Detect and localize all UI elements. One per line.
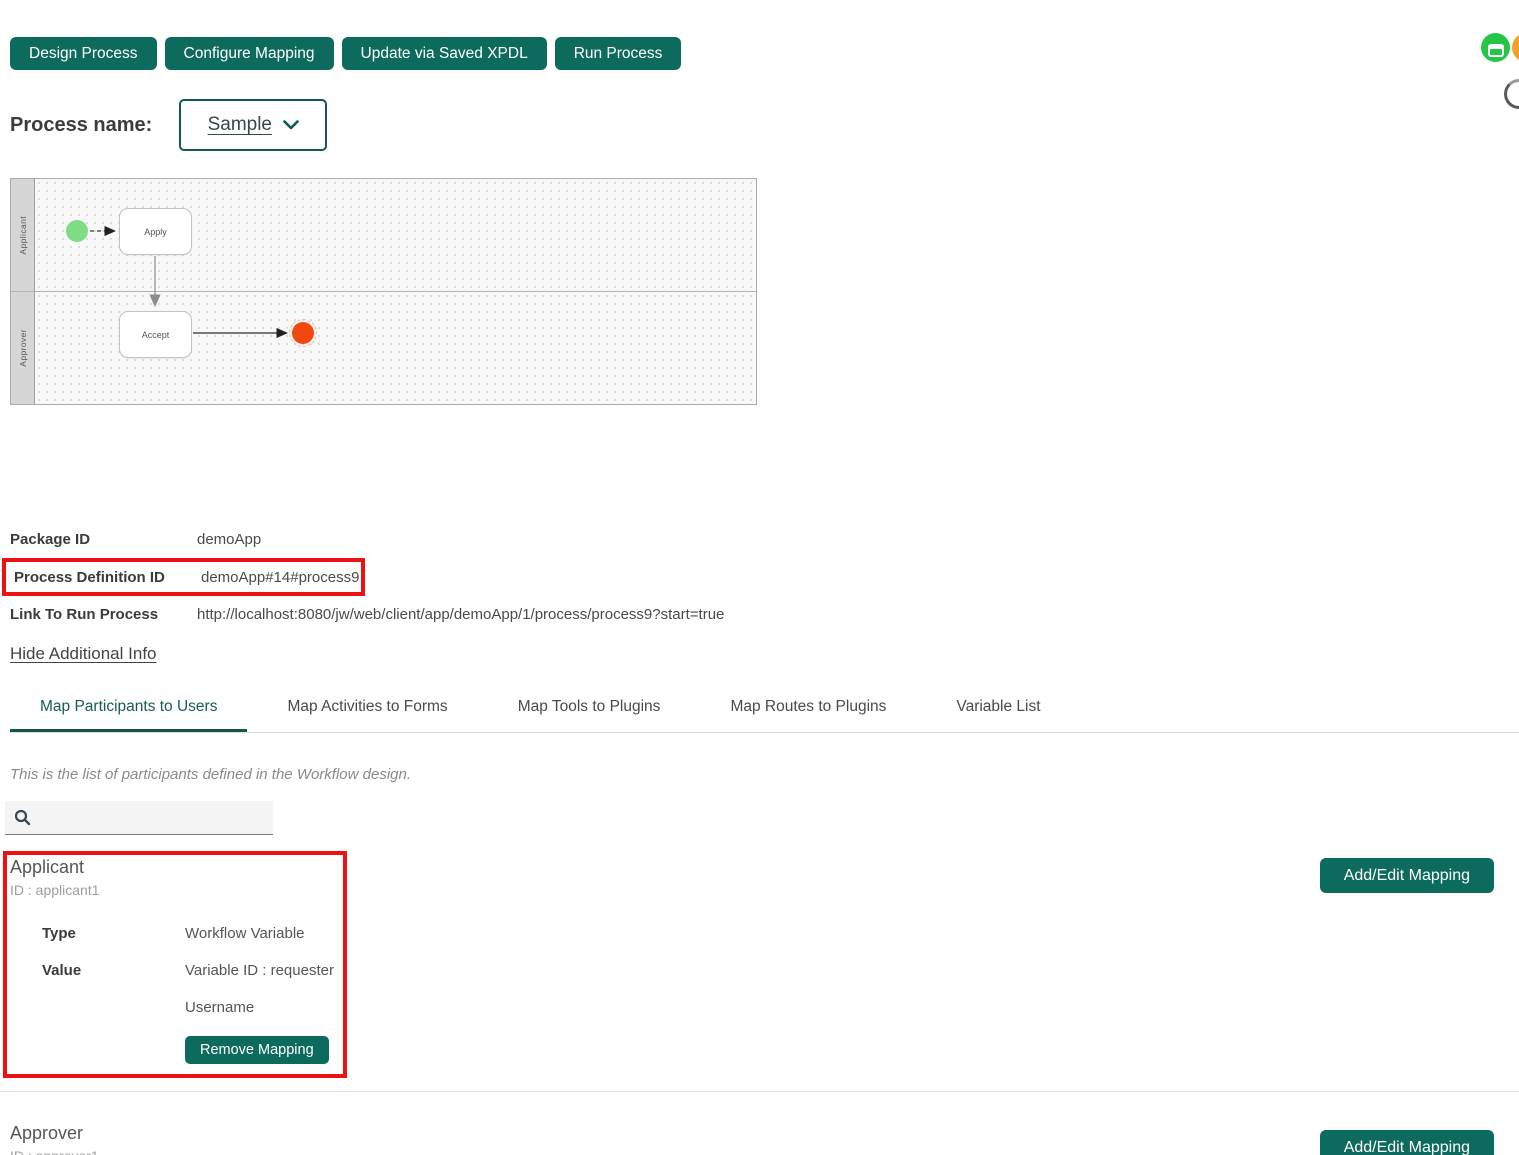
lane-applicant-label-text: Applicant — [17, 215, 28, 255]
tab-map-participants-to-users[interactable]: Map Participants to Users — [10, 685, 248, 732]
extension-green-icon[interactable] — [1481, 33, 1510, 62]
participant-search-box — [5, 801, 273, 835]
applicant-mapping-highlight-box: Applicant ID : applicant1 Type Workflow … — [3, 851, 347, 1078]
search-icon — [14, 809, 31, 826]
participant-search-input[interactable] — [37, 801, 273, 834]
package-id-label: Package ID — [10, 531, 91, 548]
remove-mapping-button[interactable]: Remove Mapping — [185, 1036, 329, 1064]
process-definition-id-highlight-box: Process Definition ID demoApp#14#process… — [2, 558, 365, 596]
update-via-saved-xpdl-button[interactable]: Update via Saved XPDL — [341, 37, 547, 70]
run-process-button[interactable]: Run Process — [554, 37, 682, 70]
participant-divider — [0, 1091, 1519, 1092]
page-container: Design Process Configure Mapping Update … — [0, 37, 1519, 1155]
mapping-type-label: Type — [42, 925, 76, 942]
mapping-value-label: Value — [42, 962, 82, 979]
chevron-down-icon — [283, 120, 299, 130]
package-id-row: Package ID demoApp — [10, 524, 1519, 555]
window-glyph-icon — [1487, 44, 1504, 57]
process-definition-id-value: demoApp#14#process9 — [201, 568, 360, 586]
start-event-icon[interactable] — [66, 220, 88, 242]
workflow-diagram: Applicant Approver Apply Accept — [10, 178, 757, 405]
tab-variable-list[interactable]: Variable List — [926, 685, 1070, 732]
mapping-tabs: Map Participants to Users Map Activities… — [10, 685, 1519, 733]
participant-id: ID : approver1 — [10, 1148, 99, 1155]
participant-id: ID : applicant1 — [10, 882, 100, 898]
process-definition-id-label: Process Definition ID — [14, 568, 165, 586]
tab-map-activities-to-forms[interactable]: Map Activities to Forms — [257, 685, 477, 732]
mapping-extra-value: Username — [185, 999, 255, 1016]
hide-additional-info-link[interactable]: Hide Additional Info — [10, 644, 157, 664]
applicant-mapping-details: Type Workflow Variable Value Variable ID… — [42, 925, 343, 1064]
process-name-label: Process name: — [10, 113, 153, 136]
participant-name: Approver — [10, 1123, 84, 1143]
add-edit-mapping-button-applicant[interactable]: Add/Edit Mapping — [1319, 858, 1494, 893]
participants-note: This is the list of participants defined… — [10, 766, 412, 783]
participant-row-approver: Approver ID : approver1 Add/Edit Mapping — [10, 1123, 1519, 1155]
task-accept[interactable]: Accept — [119, 311, 192, 358]
process-name-row: Process name: Sample — [10, 99, 1519, 151]
task-apply[interactable]: Apply — [119, 208, 192, 255]
lane-approver-label-text: Approver — [17, 329, 28, 367]
tab-map-routes-to-plugins[interactable]: Map Routes to Plugins — [700, 685, 916, 732]
add-edit-mapping-button-approver[interactable]: Add/Edit Mapping — [1319, 1130, 1494, 1155]
participant-name: Applicant — [10, 857, 85, 877]
mapping-value-value: Variable ID : requester — [185, 962, 334, 979]
link-to-run-process-row: Link To Run Process http://localhost:808… — [10, 599, 1519, 630]
mapping-type-value: Workflow Variable — [185, 925, 305, 942]
process-name-select[interactable]: Sample — [179, 99, 328, 151]
design-process-button[interactable]: Design Process — [10, 37, 157, 70]
process-info-section: Package ID demoApp Process Definition ID… — [2, 524, 1519, 664]
approver-info: Approver ID : approver1 — [10, 1123, 99, 1155]
lane-approver-label: Approver — [11, 292, 35, 404]
tab-map-tools-to-plugins[interactable]: Map Tools to Plugins — [488, 685, 691, 732]
link-to-run-process-label: Link To Run Process — [10, 606, 159, 623]
process-definition-id-row: Process Definition ID demoApp#14#process… — [10, 562, 361, 592]
package-id-value: demoApp — [197, 531, 262, 548]
link-to-run-process-value: http://localhost:8080/jw/web/client/app/… — [197, 606, 725, 623]
process-name-selected-value: Sample — [207, 114, 272, 135]
lane-applicant-label: Applicant — [11, 179, 35, 291]
configure-mapping-button[interactable]: Configure Mapping — [164, 37, 334, 70]
end-event-icon[interactable] — [289, 319, 317, 347]
participant-row-applicant: Applicant ID : applicant1 Type Workflow … — [3, 851, 1519, 1078]
toolbar: Design Process Configure Mapping Update … — [10, 37, 1519, 70]
